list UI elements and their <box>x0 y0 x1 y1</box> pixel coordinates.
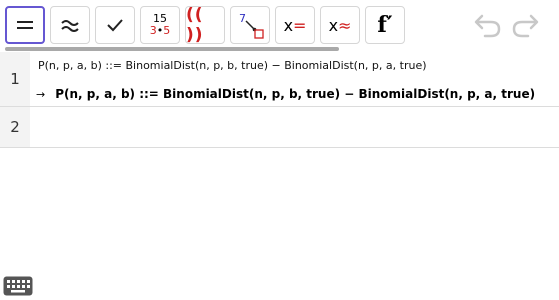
expand-button[interactable]: (( )) <box>185 5 225 45</box>
input-row[interactable]: 1 P(n, p, a, b) ::= BinomialDist(n, p, b… <box>0 52 559 107</box>
equals-icon <box>17 21 33 29</box>
derivative-label: f′ <box>377 12 393 38</box>
check-icon <box>107 19 123 32</box>
nsolve-x: x <box>328 15 339 35</box>
numeric-button[interactable] <box>50 6 90 44</box>
undo-icon[interactable] <box>473 12 503 40</box>
factor-right: 5 <box>163 24 171 37</box>
substitute-icon: 7 <box>239 12 264 39</box>
nsolve-button[interactable]: x≈ <box>320 6 360 44</box>
solve-button[interactable]: x= <box>275 6 315 44</box>
nsolve-op: ≈ <box>338 15 352 35</box>
keep-input-button[interactable] <box>95 6 135 44</box>
substitute-button[interactable]: 7 <box>230 6 270 44</box>
row-output: → P(n, p, a, b) ::= BinomialDist(n, p, b,… <box>36 87 535 101</box>
toolbar: 15 3•5 (( )) 7 x= x≈ f′ <box>0 0 559 52</box>
redo-icon[interactable] <box>510 12 540 40</box>
row-output-text: P(n, p, a, b) ::= BinomialDist(n, p, b, … <box>55 87 536 101</box>
expand-label: (( )) <box>186 5 204 45</box>
keyboard-icon[interactable] <box>3 276 33 296</box>
factor-number-button[interactable]: 15 3•5 <box>140 6 180 44</box>
evaluate-button[interactable] <box>5 6 45 44</box>
derivative-button[interactable]: f′ <box>365 6 405 44</box>
output-arrow-icon: → <box>36 88 46 101</box>
row-number: 1 <box>0 52 30 106</box>
approx-icon <box>61 20 79 32</box>
row-input[interactable]: P(n, p, a, b) ::= BinomialDist(n, p, b, … <box>38 59 427 72</box>
solve-x: x <box>283 15 294 35</box>
algebra-rows: 1 P(n, p, a, b) ::= BinomialDist(n, p, b… <box>0 52 559 148</box>
factor-left: 3 <box>149 24 157 37</box>
substitute-label: 7 <box>239 12 246 25</box>
solve-op: = <box>293 15 307 35</box>
input-row[interactable]: 2 <box>0 107 559 148</box>
toolbar-scrollbar[interactable] <box>5 47 339 51</box>
row-number: 2 <box>0 107 30 147</box>
